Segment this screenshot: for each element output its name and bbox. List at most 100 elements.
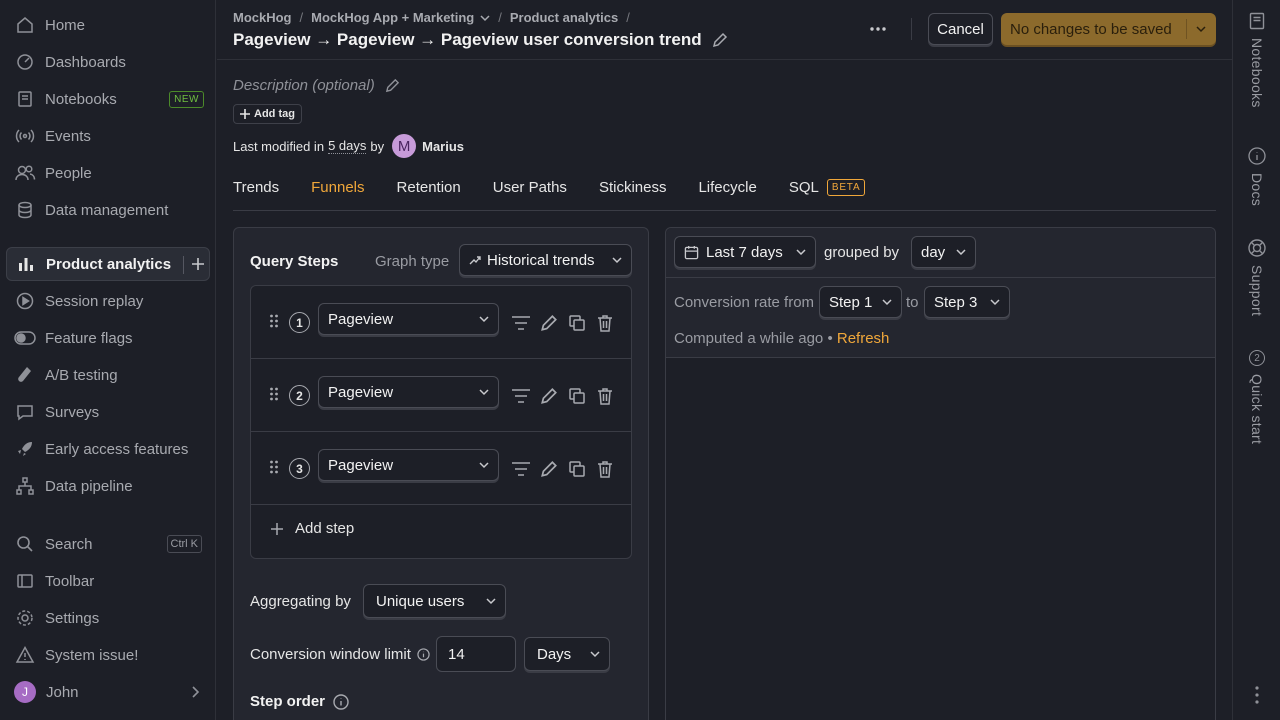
sidebar-item-label: Data pipeline — [45, 477, 133, 495]
trend-icon — [469, 255, 481, 265]
breadcrumb-section[interactable]: Product analytics — [510, 10, 618, 25]
chevron-down-icon[interactable] — [1187, 25, 1215, 33]
filter-icon[interactable] — [509, 311, 533, 335]
tab-user-paths[interactable]: User Paths — [493, 176, 567, 198]
event-select[interactable]: Pageview — [318, 303, 499, 335]
sidebar-item-product-analytics[interactable]: Product analytics — [6, 247, 210, 281]
description-field[interactable]: Description (optional) — [233, 77, 400, 94]
drag-handle-icon[interactable] — [269, 386, 279, 402]
rail-more-icon[interactable] — [1247, 686, 1267, 704]
step-actions — [509, 311, 621, 335]
interval-value: day — [921, 243, 946, 261]
sidebar-item-label: Surveys — [45, 403, 100, 421]
refresh-link[interactable]: Refresh — [837, 330, 890, 347]
tab-label: SQL — [788, 178, 819, 196]
aggregating-label: Aggregating by — [250, 593, 351, 610]
rail-item-support[interactable]: Support — [1247, 239, 1267, 316]
from-step-select[interactable]: Step 1 — [819, 286, 902, 318]
copy-icon[interactable] — [565, 457, 589, 481]
date-range-select[interactable]: Last 7 days — [674, 236, 816, 268]
sidebar-item-session-replay[interactable]: Session replay — [6, 284, 210, 318]
sidebar-item-toolbar[interactable]: Toolbar — [6, 564, 210, 598]
copy-icon[interactable] — [565, 311, 589, 335]
sidebar-item-settings[interactable]: Settings — [6, 601, 210, 635]
more-icon[interactable] — [867, 18, 889, 40]
trash-icon[interactable] — [593, 311, 617, 335]
pencil-icon[interactable] — [537, 311, 561, 335]
chevron-down-icon[interactable] — [480, 14, 490, 22]
add-tag-button[interactable]: Add tag — [233, 104, 302, 124]
window-unit-select[interactable]: Days — [524, 637, 610, 671]
step-number: 3 — [289, 458, 310, 479]
sidebar-item-data-pipeline[interactable]: Data pipeline — [6, 469, 210, 503]
sidebar-item-user[interactable]: J John — [6, 675, 210, 709]
sidebar-item-system-issue[interactable]: System issue! — [6, 638, 210, 672]
tab-trends[interactable]: Trends — [233, 176, 279, 198]
tab-stickiness[interactable]: Stickiness — [599, 176, 667, 198]
pencil-icon[interactable] — [385, 78, 400, 93]
sidebar-item-dashboards[interactable]: Dashboards — [6, 45, 210, 79]
new-badge: NEW — [169, 90, 204, 108]
step-actions — [509, 457, 621, 481]
date-range-value: Last 7 days — [706, 243, 783, 261]
filter-icon[interactable] — [509, 457, 533, 481]
chevron-down-icon — [882, 298, 892, 306]
sidebar-item-ab-testing[interactable]: A/B testing — [6, 358, 210, 392]
trash-icon[interactable] — [593, 384, 617, 408]
search-icon — [14, 533, 36, 555]
funnel-step: 1 Pageview — [251, 286, 631, 359]
tab-retention[interactable]: Retention — [397, 176, 461, 198]
pencil-icon[interactable] — [537, 384, 561, 408]
aggregation-value: Unique users — [376, 592, 465, 610]
beta-badge: BETA — [826, 178, 866, 196]
plus-icon[interactable] — [188, 254, 208, 274]
insight-title[interactable]: Pageview → Pageview → Pageview user conv… — [233, 30, 702, 50]
sidebar-item-events[interactable]: Events — [6, 119, 210, 153]
info-icon[interactable] — [417, 648, 430, 661]
event-select[interactable]: Pageview — [318, 376, 499, 408]
notebook-icon — [1248, 12, 1266, 30]
sidebar-item-early-access[interactable]: Early access features — [6, 432, 210, 466]
breadcrumb-project[interactable]: MockHog App + Marketing — [311, 10, 474, 25]
save-button[interactable]: No changes to be saved — [1001, 13, 1216, 45]
plus-icon — [240, 109, 250, 119]
play-circle-icon — [14, 290, 36, 312]
avatar: M — [392, 134, 417, 158]
sidebar-item-feature-flags[interactable]: Feature flags — [6, 321, 210, 355]
event-select[interactable]: Pageview — [318, 449, 499, 481]
trash-icon[interactable] — [593, 457, 617, 481]
sidebar-item-label: Toolbar — [45, 572, 95, 590]
sidebar-item-surveys[interactable]: Surveys — [6, 395, 210, 429]
sidebar-item-home[interactable]: Home — [6, 8, 210, 42]
sidebar-item-data-management[interactable]: Data management — [6, 193, 210, 227]
rail-item-notebooks[interactable]: Notebooks — [1247, 12, 1267, 108]
to-step-select[interactable]: Step 3 — [924, 286, 1010, 318]
drag-handle-icon[interactable] — [269, 313, 279, 329]
add-step-button[interactable]: Add step — [271, 520, 354, 537]
cancel-button[interactable]: Cancel — [928, 13, 993, 45]
graph-type-select[interactable]: Historical trends — [459, 244, 632, 276]
tab-funnels[interactable]: Funnels — [311, 176, 364, 198]
info-icon[interactable] — [333, 693, 349, 710]
rail-item-docs[interactable]: Docs — [1247, 147, 1267, 206]
pencil-icon[interactable] — [537, 457, 561, 481]
conversion-window-input[interactable]: 14 — [436, 636, 516, 672]
sidebar-item-search[interactable]: Search Ctrl K — [6, 527, 210, 561]
sidebar-item-notebooks[interactable]: Notebooks NEW — [6, 82, 210, 116]
pencil-icon[interactable] — [712, 32, 728, 48]
interval-select[interactable]: day — [911, 236, 976, 268]
breadcrumb-org[interactable]: MockHog — [233, 10, 292, 25]
aggregation-select[interactable]: Unique users — [363, 584, 506, 618]
sidebar-item-label: Early access features — [45, 440, 189, 458]
breadcrumb-separator: / — [299, 10, 304, 25]
copy-icon[interactable] — [565, 384, 589, 408]
drag-handle-icon[interactable] — [269, 459, 279, 475]
sidebar-item-people[interactable]: People — [6, 156, 210, 190]
query-steps-title: Query Steps — [250, 253, 339, 270]
tab-sql[interactable]: SQL BETA — [789, 176, 866, 198]
keyboard-shortcut: Ctrl K — [166, 535, 202, 553]
query-panel: Query Steps Graph type Historical trends… — [233, 227, 649, 720]
filter-icon[interactable] — [509, 384, 533, 408]
rail-item-quick-start[interactable]: 2 Quick start — [1247, 350, 1267, 444]
tab-lifecycle[interactable]: Lifecycle — [698, 176, 756, 198]
